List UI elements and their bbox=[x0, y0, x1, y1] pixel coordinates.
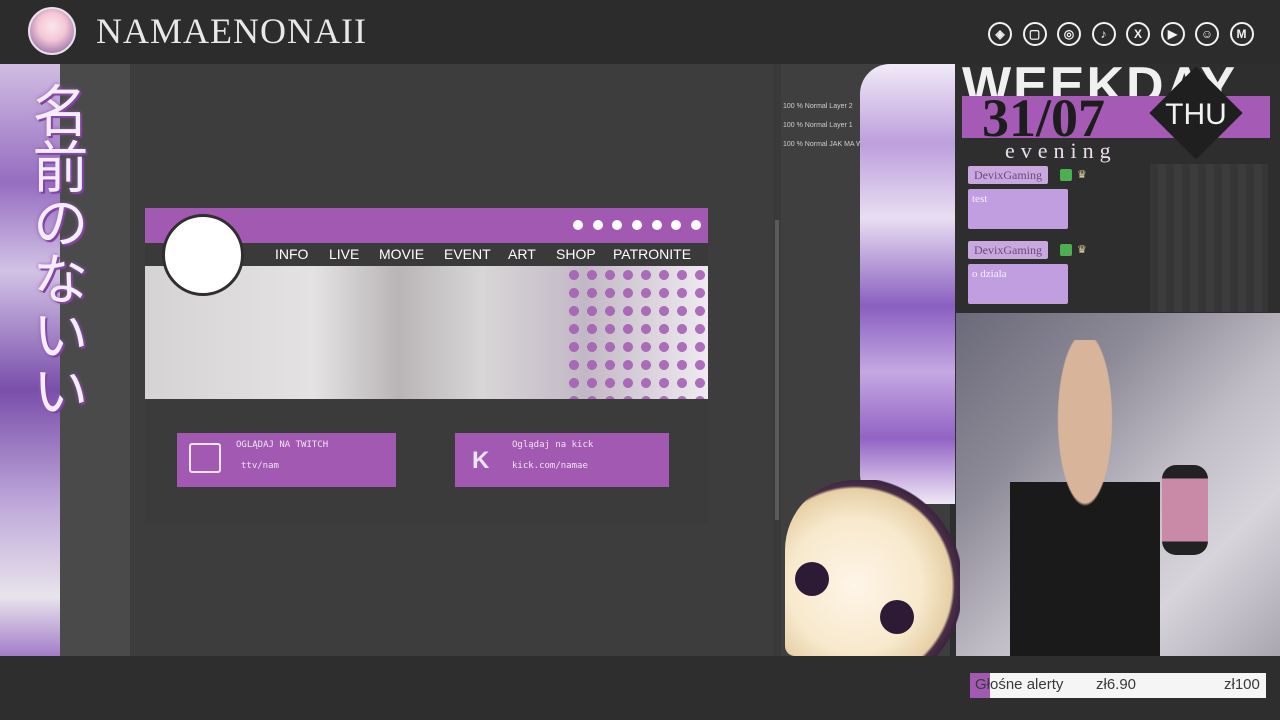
chat-message: test bbox=[968, 189, 1068, 229]
webcam-streamer bbox=[1010, 340, 1160, 656]
mockup-social-icon bbox=[573, 220, 583, 230]
mockup-social-icon bbox=[632, 220, 642, 230]
promo-twitch-title: OGLĄDAJ NA TWITCH bbox=[236, 440, 329, 450]
twitch-icon bbox=[189, 443, 221, 473]
nav-shop[interactable]: SHOP bbox=[556, 246, 596, 262]
nav-event[interactable]: EVENT bbox=[444, 246, 491, 262]
nav-live[interactable]: LIVE bbox=[329, 246, 359, 262]
chat-message: o dziala bbox=[968, 264, 1068, 304]
streamlabs-icon[interactable]: ◈ bbox=[988, 22, 1012, 46]
nav-art[interactable]: ART bbox=[508, 246, 536, 262]
verified-badge-icon bbox=[1060, 169, 1072, 181]
crown-icon: ♛ bbox=[1077, 244, 1087, 256]
mockup-social-icon bbox=[671, 220, 681, 230]
kick-icon: K bbox=[472, 447, 490, 474]
alert-goal-label: Głośne alerty bbox=[975, 676, 1064, 693]
mascot-eye bbox=[795, 562, 829, 596]
canvas-scroll-thumb[interactable] bbox=[775, 220, 779, 520]
mockup-social-icon bbox=[652, 220, 662, 230]
lilac-decoration-right bbox=[860, 64, 955, 504]
nav-info[interactable]: INFO bbox=[275, 246, 308, 262]
channel-name: NAMAENONAII bbox=[96, 11, 367, 51]
mockup-avatar bbox=[162, 214, 244, 296]
mockup-social-icon bbox=[612, 220, 622, 230]
promo-kick-link: kick.com/namae bbox=[512, 461, 588, 471]
x-icon[interactable]: X bbox=[1126, 22, 1150, 46]
japanese-title: 名前のないい bbox=[23, 82, 88, 418]
microphone-icon bbox=[1162, 465, 1208, 555]
chat-username: DevixGaming bbox=[968, 241, 1048, 259]
twitch-icon[interactable]: ▢ bbox=[1022, 22, 1047, 46]
discord-icon[interactable]: ☺ bbox=[1195, 22, 1219, 46]
promo-twitch-link: ttv/nam bbox=[241, 461, 279, 471]
alert-goal-current: zł6.90 bbox=[1096, 676, 1137, 693]
time-of-day-label: evening bbox=[1005, 138, 1117, 163]
mockup-social-icon bbox=[691, 220, 701, 230]
channel-avatar bbox=[28, 7, 76, 55]
chat-username: DevixGaming bbox=[968, 166, 1048, 184]
day-label: THU bbox=[1165, 98, 1227, 131]
pixel-background bbox=[1150, 164, 1268, 312]
mail-icon[interactable]: M bbox=[1229, 22, 1254, 46]
crown-icon: ♛ bbox=[1077, 169, 1087, 181]
alert-goal-target: zł100 bbox=[1224, 676, 1260, 693]
nav-movie[interactable]: MOVIE bbox=[379, 246, 424, 262]
mascot-eye bbox=[880, 600, 914, 634]
nav-patronite[interactable]: PATRONITE bbox=[613, 246, 691, 262]
promo-kick-title: Oglądaj na kick bbox=[512, 440, 594, 450]
youtube-icon[interactable]: ▶ bbox=[1160, 22, 1185, 46]
tiktok-icon[interactable]: ♪ bbox=[1091, 22, 1116, 46]
banner-halftone-pattern bbox=[565, 266, 708, 399]
instagram-icon[interactable]: ◎ bbox=[1057, 22, 1081, 46]
verified-badge-icon bbox=[1060, 244, 1072, 256]
mockup-social-icon bbox=[593, 220, 603, 230]
